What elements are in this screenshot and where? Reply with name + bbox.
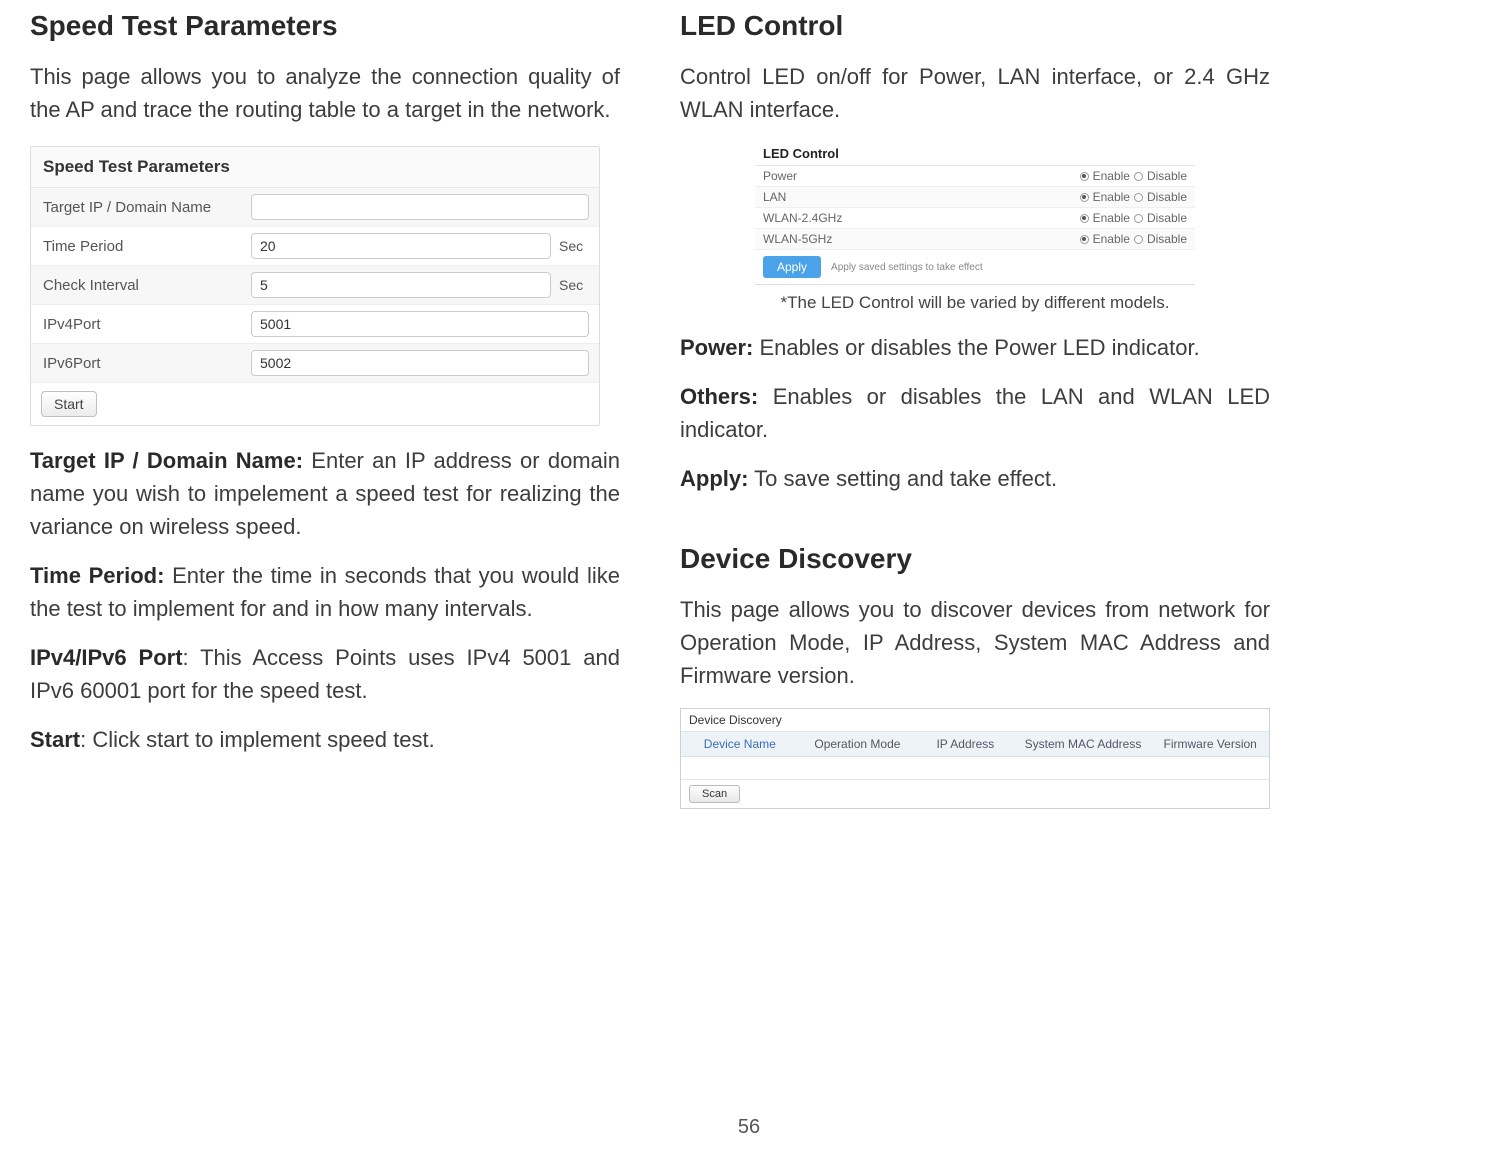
scan-button[interactable]: Scan: [689, 785, 740, 803]
radio-wlan5-enable[interactable]: [1080, 235, 1089, 244]
label-ipv6-port: IPv6Port: [31, 347, 251, 380]
input-ipv6-port[interactable]: [251, 350, 589, 376]
input-target-ip[interactable]: [251, 194, 589, 220]
radio-wlan24-enable[interactable]: [1080, 214, 1089, 223]
radio-power-disable[interactable]: [1134, 172, 1143, 181]
input-ipv4-port[interactable]: [251, 311, 589, 337]
page-number: 56: [0, 1116, 1498, 1139]
speed-test-panel-title: Speed Test Parameters: [31, 147, 599, 188]
dd-panel-title: Device Discovery: [681, 709, 1269, 732]
label-enable: Enable: [1093, 232, 1130, 246]
label-enable: Enable: [1093, 169, 1130, 183]
dd-col-mac-address: System MAC Address: [1015, 732, 1152, 756]
unit-check-interval: Sec: [559, 277, 589, 293]
label-ipv4-port: IPv4Port: [31, 308, 251, 341]
dd-col-firmware: Firmware Version: [1151, 732, 1269, 756]
row-time-period: Time Period Sec: [31, 227, 599, 266]
row-target-ip: Target IP / Domain Name: [31, 188, 599, 227]
apply-hint: Apply saved settings to take effect: [831, 262, 983, 273]
radio-wlan24-disable[interactable]: [1134, 214, 1143, 223]
para-start: Start: Click start to implement speed te…: [30, 723, 620, 756]
led-note: *The LED Control will be varied by diffe…: [680, 293, 1270, 313]
led-name-lan: LAN: [763, 190, 1080, 204]
label-check-interval: Check Interval: [31, 269, 251, 302]
led-row-power: Power Enable Disable: [755, 166, 1195, 187]
dd-table-header: Device Name Operation Mode IP Address Sy…: [681, 732, 1269, 757]
para-time: Time Period: Enter the time in seconds t…: [30, 559, 620, 625]
apply-button[interactable]: Apply: [763, 256, 821, 278]
label-disable: Disable: [1147, 190, 1187, 204]
led-row-wlan5: WLAN-5GHz Enable Disable: [755, 229, 1195, 250]
row-ipv6-port: IPv6Port: [31, 344, 599, 383]
row-ipv4-port: IPv4Port: [31, 305, 599, 344]
radio-lan-disable[interactable]: [1134, 193, 1143, 202]
intro-device-discovery: This page allows you to discover devices…: [680, 593, 1270, 692]
label-target-ip: Target IP / Domain Name: [31, 191, 251, 224]
label-disable: Disable: [1147, 211, 1187, 225]
speed-test-panel: Speed Test Parameters Target IP / Domain…: [30, 146, 600, 426]
label-enable: Enable: [1093, 211, 1130, 225]
dd-col-ip-address: IP Address: [916, 732, 1014, 756]
para-target: Target IP / Domain Name: Enter an IP add…: [30, 444, 620, 543]
dd-col-operation-mode: Operation Mode: [799, 732, 917, 756]
start-button[interactable]: Start: [41, 391, 97, 417]
intro-led: Control LED on/off for Power, LAN interf…: [680, 60, 1270, 126]
led-row-lan: LAN Enable Disable: [755, 187, 1195, 208]
radio-wlan5-disable[interactable]: [1134, 235, 1143, 244]
led-name-power: Power: [763, 169, 1080, 183]
label-time-period: Time Period: [31, 230, 251, 263]
led-panel-title: LED Control: [755, 142, 1195, 166]
input-check-interval[interactable]: [251, 272, 551, 298]
heading-led-control: LED Control: [680, 10, 1270, 42]
device-discovery-panel: Device Discovery Device Name Operation M…: [680, 708, 1270, 809]
radio-lan-enable[interactable]: [1080, 193, 1089, 202]
unit-time-period: Sec: [559, 238, 589, 254]
led-name-wlan24: WLAN-2.4GHz: [763, 211, 1080, 225]
heading-speed-test: Speed Test Parameters: [30, 10, 620, 42]
led-row-wlan24: WLAN-2.4GHz Enable Disable: [755, 208, 1195, 229]
dd-table-body: [681, 757, 1269, 779]
heading-device-discovery: Device Discovery: [680, 543, 1270, 575]
para-port: IPv4/IPv6 Port: This Access Points uses …: [30, 641, 620, 707]
para-apply: Apply: To save setting and take effect.: [680, 462, 1270, 495]
led-name-wlan5: WLAN-5GHz: [763, 232, 1080, 246]
row-check-interval: Check Interval Sec: [31, 266, 599, 305]
right-column: LED Control Control LED on/off for Power…: [680, 10, 1270, 809]
label-disable: Disable: [1147, 232, 1187, 246]
para-power: Power: Enables or disables the Power LED…: [680, 331, 1270, 364]
radio-power-enable[interactable]: [1080, 172, 1089, 181]
dd-col-device-name: Device Name: [681, 732, 799, 756]
para-others: Others: Enables or disables the LAN and …: [680, 380, 1270, 446]
led-control-panel: LED Control Power Enable Disable LAN Ena…: [755, 142, 1195, 285]
label-enable: Enable: [1093, 190, 1130, 204]
intro-speed-test: This page allows you to analyze the conn…: [30, 60, 620, 126]
input-time-period[interactable]: [251, 233, 551, 259]
label-disable: Disable: [1147, 169, 1187, 183]
left-column: Speed Test Parameters This page allows y…: [30, 10, 620, 809]
